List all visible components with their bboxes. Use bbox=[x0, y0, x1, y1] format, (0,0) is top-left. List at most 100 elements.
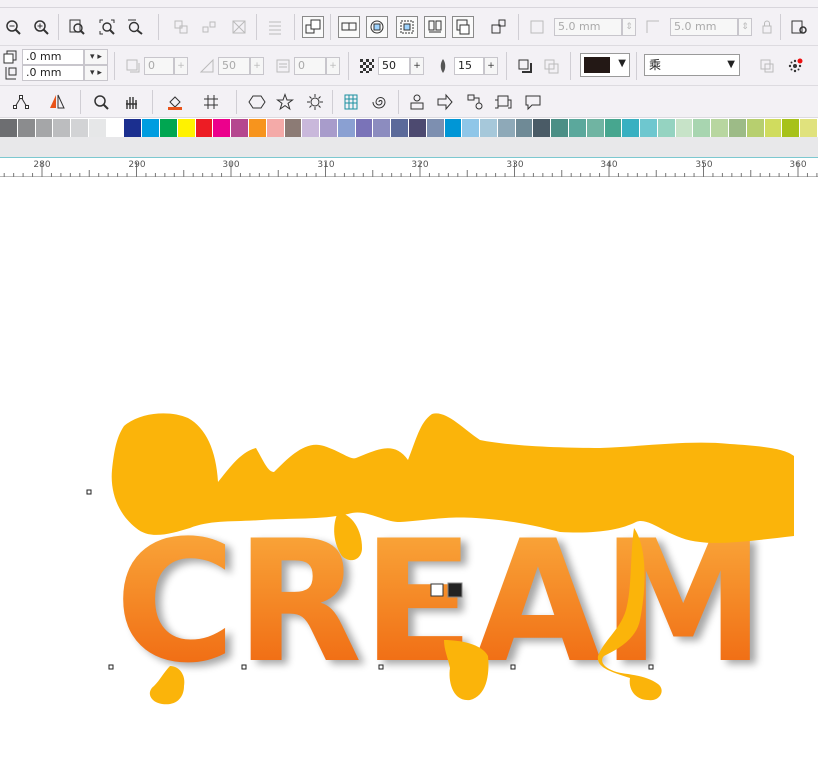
color-swatch[interactable] bbox=[746, 119, 765, 137]
shadow-stretch-stepper[interactable]: + bbox=[250, 57, 264, 75]
color-swatch[interactable] bbox=[142, 119, 161, 137]
color-swatch[interactable] bbox=[373, 119, 392, 137]
zoom-tool-icon[interactable] bbox=[90, 91, 112, 113]
lock-icon[interactable] bbox=[756, 16, 778, 38]
color-swatch[interactable] bbox=[462, 119, 481, 137]
spiral-tool-icon[interactable] bbox=[368, 91, 390, 113]
create-boundary-icon[interactable] bbox=[488, 16, 510, 38]
graph-paper-tool-icon[interactable] bbox=[340, 91, 362, 113]
color-swatch[interactable] bbox=[675, 119, 694, 137]
color-swatch[interactable] bbox=[604, 119, 623, 137]
front-minus-back-icon[interactable] bbox=[452, 16, 474, 38]
object-width-stepper[interactable]: ⇕ bbox=[622, 18, 636, 36]
offset-y-input[interactable]: .0 mm bbox=[22, 65, 84, 81]
color-swatch[interactable] bbox=[551, 119, 569, 137]
shadow-angle-field[interactable]: 0 bbox=[144, 57, 174, 75]
color-swatch[interactable] bbox=[622, 119, 641, 137]
color-swatch[interactable] bbox=[88, 119, 107, 137]
color-swatch[interactable] bbox=[177, 119, 196, 137]
selection-handle[interactable] bbox=[510, 664, 516, 670]
zoom-to-page-icon[interactable] bbox=[124, 16, 146, 38]
transform-tool-icon[interactable] bbox=[200, 91, 222, 113]
color-swatch[interactable] bbox=[0, 119, 18, 137]
shadow-angle-stepper[interactable]: + bbox=[174, 57, 188, 75]
offset-x-input[interactable]: .0 mm bbox=[22, 49, 84, 65]
color-swatch[interactable] bbox=[195, 119, 214, 137]
shadow-end-handle[interactable] bbox=[447, 582, 463, 598]
pan-tool-icon[interactable] bbox=[120, 91, 142, 113]
color-swatch[interactable] bbox=[764, 119, 783, 137]
color-swatch[interactable] bbox=[586, 119, 605, 137]
color-swatch[interactable] bbox=[106, 119, 125, 137]
arrow-shapes-tool-icon[interactable] bbox=[434, 91, 456, 113]
object-height-stepper[interactable]: ⇕ bbox=[738, 18, 752, 36]
shadow-opacity-stepper[interactable]: + bbox=[410, 57, 424, 75]
selection-handle[interactable] bbox=[108, 664, 114, 670]
shadow-color-picker[interactable]: ▼ bbox=[580, 53, 630, 77]
color-swatch[interactable] bbox=[640, 119, 658, 137]
color-swatch[interactable] bbox=[17, 119, 36, 137]
shadow-fade-stepper[interactable]: + bbox=[326, 57, 340, 75]
color-swatch[interactable] bbox=[266, 119, 285, 137]
clear-shadow-icon[interactable] bbox=[784, 55, 806, 77]
flowchart-shapes-tool-icon[interactable] bbox=[464, 91, 486, 113]
color-swatch[interactable] bbox=[302, 119, 321, 137]
zoom-to-selection-icon[interactable] bbox=[66, 16, 88, 38]
zoom-out-icon[interactable] bbox=[30, 16, 52, 38]
shadow-start-handle[interactable] bbox=[430, 583, 444, 597]
mirror-tool-icon[interactable] bbox=[46, 91, 68, 113]
color-swatch[interactable] bbox=[569, 119, 587, 137]
options-icon[interactable] bbox=[788, 16, 810, 38]
offset-y-stepper[interactable]: ▾ ▸ bbox=[84, 65, 108, 81]
complex-star-tool-icon[interactable] bbox=[304, 91, 326, 113]
color-swatch[interactable] bbox=[426, 119, 445, 137]
intersect-icon[interactable] bbox=[396, 16, 418, 38]
selection-handle[interactable] bbox=[86, 489, 92, 495]
color-swatch[interactable] bbox=[408, 119, 427, 137]
back-minus-front-icon[interactable] bbox=[302, 16, 324, 38]
zoom-to-all-objects-icon[interactable] bbox=[96, 16, 118, 38]
color-swatch[interactable] bbox=[124, 119, 143, 137]
offset-x-stepper[interactable]: ▾ ▸ bbox=[84, 49, 108, 65]
feather-direction-icon[interactable] bbox=[514, 55, 536, 77]
shadow-opacity-input[interactable]: 50 bbox=[378, 57, 410, 75]
basic-shapes-tool-icon[interactable] bbox=[406, 91, 428, 113]
shape-tool-icon[interactable] bbox=[10, 91, 32, 113]
color-swatch[interactable] bbox=[355, 119, 374, 137]
simplify-icon[interactable] bbox=[424, 16, 446, 38]
color-swatch[interactable] bbox=[71, 119, 89, 137]
color-swatch[interactable] bbox=[213, 119, 232, 137]
shadow-feather-stepper[interactable]: + bbox=[484, 57, 498, 75]
object-width-field[interactable]: 5.0 mm bbox=[554, 18, 622, 36]
color-swatch[interactable] bbox=[160, 119, 178, 137]
color-swatch[interactable] bbox=[657, 119, 676, 137]
color-swatch[interactable] bbox=[800, 119, 818, 137]
color-swatch[interactable] bbox=[480, 119, 498, 137]
color-swatch[interactable] bbox=[515, 119, 534, 137]
color-swatch[interactable] bbox=[284, 119, 303, 137]
shadow-stretch-field[interactable]: 50 bbox=[218, 57, 250, 75]
color-swatch[interactable] bbox=[248, 119, 267, 137]
callout-shapes-tool-icon[interactable] bbox=[522, 91, 544, 113]
horizontal-ruler[interactable]: 280 290 300 310 320 330 340 350 360 bbox=[0, 157, 818, 177]
selection-handle[interactable] bbox=[648, 664, 654, 670]
selection-handle[interactable] bbox=[241, 664, 247, 670]
color-swatch[interactable] bbox=[337, 119, 356, 137]
merge-mode-select[interactable]: 乘 ▼ bbox=[644, 54, 740, 76]
banner-shapes-tool-icon[interactable] bbox=[492, 91, 514, 113]
object-height-field[interactable]: 5.0 mm bbox=[670, 18, 738, 36]
color-swatch[interactable] bbox=[782, 119, 801, 137]
trim-icon[interactable] bbox=[366, 16, 388, 38]
color-swatch[interactable] bbox=[35, 119, 54, 137]
shadow-fade-field[interactable]: 0 bbox=[294, 57, 326, 75]
zoom-in-icon[interactable] bbox=[2, 16, 24, 38]
color-swatch[interactable] bbox=[533, 119, 552, 137]
color-swatch[interactable] bbox=[729, 119, 747, 137]
color-swatch[interactable] bbox=[693, 119, 712, 137]
smart-fill-tool-icon[interactable] bbox=[164, 91, 186, 113]
color-swatch[interactable] bbox=[497, 119, 516, 137]
color-swatch[interactable] bbox=[391, 119, 409, 137]
color-swatch[interactable] bbox=[320, 119, 338, 137]
selection-handle[interactable] bbox=[378, 664, 384, 670]
color-swatch[interactable] bbox=[231, 119, 249, 137]
